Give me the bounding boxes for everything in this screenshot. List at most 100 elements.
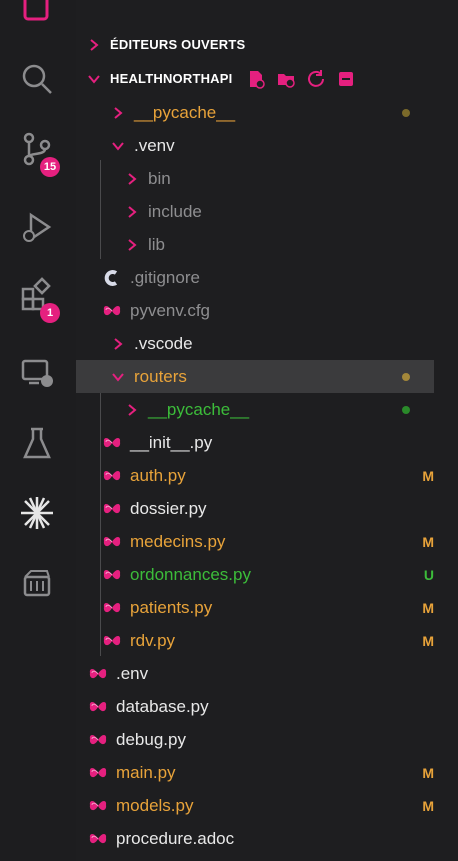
tree-item-label: .gitignore: [130, 267, 200, 287]
git-status: M: [422, 533, 434, 550]
file-icon: [89, 701, 107, 711]
tree-item-label: include: [148, 201, 202, 221]
tree-file[interactable]: .env: [76, 657, 434, 690]
tree-item-label: main.py: [116, 762, 176, 782]
file-icon: [89, 668, 107, 678]
open-editors-label: ÉDITEURS OUVERTS: [110, 37, 246, 52]
source-control-badge: 15: [40, 157, 60, 177]
remote-explorer-icon[interactable]: [14, 350, 60, 396]
refresh-icon[interactable]: [306, 69, 326, 89]
search-icon[interactable]: [14, 56, 60, 102]
file-icon: [89, 800, 107, 810]
collapse-all-icon[interactable]: [336, 69, 356, 89]
tree-item-label: database.py: [116, 696, 209, 716]
tree-folder[interactable]: __pycache__: [76, 393, 434, 426]
tree-folder[interactable]: include: [76, 195, 434, 228]
tree-file[interactable]: ordonnances.py U: [76, 558, 434, 591]
new-file-icon[interactable]: [246, 69, 266, 89]
tree-file[interactable]: auth.py M: [76, 459, 434, 492]
git-status: M: [422, 764, 434, 781]
tree-file[interactable]: models.py M: [76, 789, 434, 822]
activity-bar: 15 1: [0, 0, 76, 861]
git-file-icon: [104, 269, 118, 286]
file-icon: [103, 602, 121, 612]
git-status: U: [423, 566, 434, 583]
chevron-right-icon: [128, 172, 137, 185]
git-status: M: [422, 797, 434, 814]
new-folder-icon[interactable]: [276, 69, 296, 89]
tree-item-label: debug.py: [116, 729, 186, 749]
tree-item-label: __pycache__: [148, 399, 250, 419]
tree-item-label: models.py: [116, 795, 194, 815]
open-editors-section[interactable]: ÉDITEURS OUVERTS: [86, 28, 434, 61]
chevron-right-icon: [114, 337, 123, 350]
tree-folder[interactable]: __pycache__: [76, 96, 434, 129]
tree-folder[interactable]: lib: [76, 228, 434, 261]
sparkle-icon[interactable]: [14, 490, 60, 536]
tree-item-label: .venv: [134, 135, 175, 155]
explorer-panel: ÉDITEURS OUVERTS HEALTHNORTHAPI __pycach…: [76, 0, 458, 861]
tree-item-label: pyvenv.cfg: [130, 300, 211, 320]
git-status: M: [422, 632, 434, 649]
tree-item-label: .vscode: [134, 333, 193, 353]
file-icon: [103, 536, 121, 546]
tree-folder[interactable]: .venv: [76, 129, 434, 162]
testing-icon[interactable]: [14, 420, 60, 466]
git-status: M: [422, 599, 434, 616]
tree-file[interactable]: rdv.py M: [76, 624, 434, 657]
tree-file[interactable]: debug.py: [76, 723, 434, 756]
tree-file[interactable]: medecins.py M: [76, 525, 434, 558]
tree-item-label: auth.py: [130, 465, 186, 485]
tree-file[interactable]: dossier.py: [76, 492, 434, 525]
tree-file[interactable]: procedure.adoc: [76, 822, 434, 855]
chevron-right-icon: [114, 106, 123, 119]
file-icon: [103, 569, 121, 579]
git-status: M: [422, 467, 434, 484]
tree-item-label: .env: [116, 663, 149, 683]
tree-item-label: medecins.py: [130, 531, 226, 551]
file-icon: [89, 833, 107, 843]
tree-file[interactable]: pyvenv.cfg: [76, 294, 434, 327]
tree-folder[interactable]: routers: [76, 360, 434, 393]
tree-file[interactable]: __init__.py: [76, 426, 434, 459]
run-debug-icon[interactable]: [14, 204, 60, 250]
tree-file[interactable]: patients.py M: [76, 591, 434, 624]
modified-dot: [402, 372, 410, 381]
tree-item-label: patients.py: [130, 597, 213, 617]
tree-file[interactable]: .gitignore: [76, 261, 434, 294]
tree-item-label: dossier.py: [130, 498, 207, 518]
tree-item-label: routers: [134, 366, 187, 386]
tree-folder[interactable]: .vscode: [76, 327, 434, 360]
tree-item-label: __init__.py: [130, 432, 213, 452]
modified-dot: [402, 108, 410, 117]
tree-item-label: ordonnances.py: [130, 564, 251, 584]
extensions-badge: 1: [40, 303, 60, 323]
project-section[interactable]: HEALTHNORTHAPI: [86, 62, 434, 95]
modified-dot: [402, 405, 410, 414]
project-label: HEALTHNORTHAPI: [110, 71, 233, 86]
tree-item-label: rdv.py: [130, 630, 176, 650]
chevron-right-icon: [128, 238, 137, 251]
chevron-down-icon: [88, 74, 100, 84]
chevron-down-icon: [112, 141, 124, 151]
file-icon: [103, 305, 121, 315]
chevron-down-icon: [112, 372, 124, 382]
file-icon: [89, 734, 107, 744]
chevron-right-icon: [128, 205, 137, 218]
tree-file[interactable]: database.py: [76, 690, 434, 723]
tree-item-label: __pycache__: [134, 102, 236, 122]
explorer-icon[interactable]: [14, 0, 60, 32]
tree-item-label: bin: [148, 168, 171, 188]
file-icon: [103, 503, 121, 513]
chevron-right-icon: [128, 403, 137, 416]
tree-folder[interactable]: bin: [76, 162, 434, 195]
tree-item-label: procedure.adoc: [116, 828, 235, 848]
container-icon[interactable]: [14, 562, 60, 608]
tree-file[interactable]: main.py M: [76, 756, 434, 789]
file-icon: [103, 635, 121, 645]
file-icon: [89, 767, 107, 777]
tree-item-label: lib: [148, 234, 166, 254]
chevron-right-icon: [90, 38, 99, 51]
file-icon: [103, 470, 121, 480]
file-icon: [103, 437, 121, 447]
